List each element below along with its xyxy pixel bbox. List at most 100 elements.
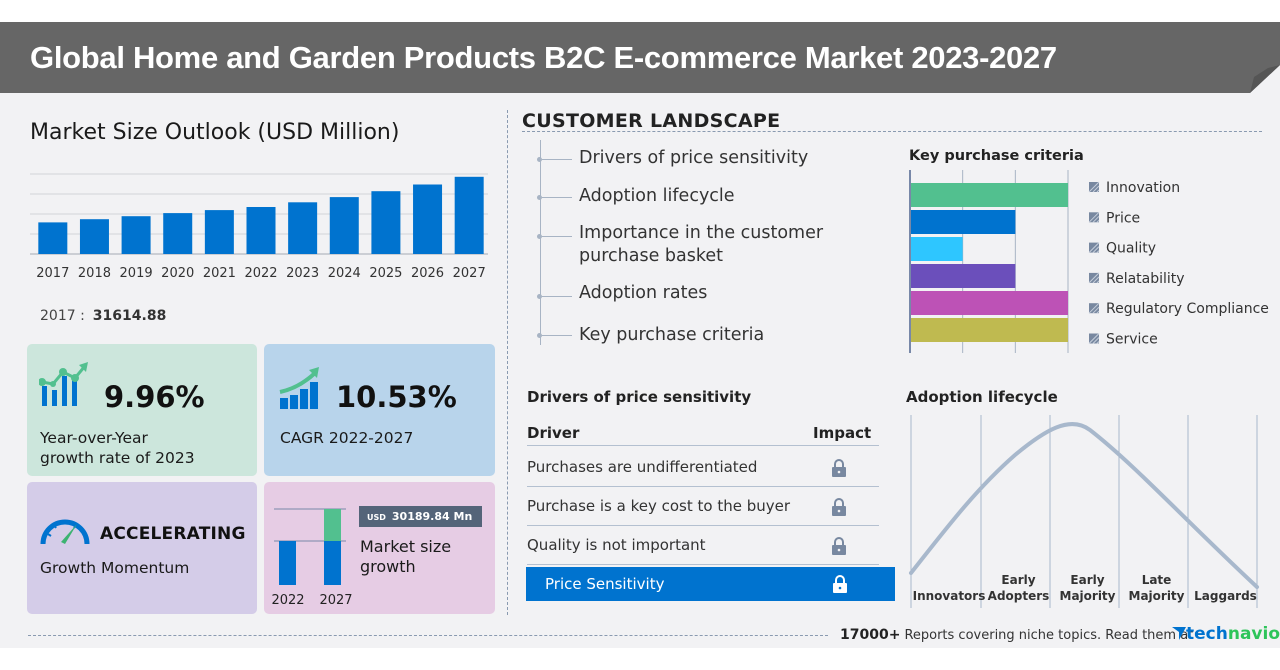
legend-label: Regulatory Compliance xyxy=(1106,301,1269,317)
speedometer-icon xyxy=(40,519,90,545)
kpc-bar-relatability xyxy=(911,264,1016,288)
lock-icon xyxy=(832,459,846,477)
driver-label: Purchases are undifferentiated xyxy=(527,458,758,476)
kpc-title: Key purchase criteria xyxy=(909,148,1084,164)
market-growth-card: 2022 2027 USD 30189.84 Mn Market size grow… xyxy=(264,482,495,614)
base-year-number: 31614.88 xyxy=(92,308,167,324)
bar-2022 xyxy=(279,541,296,585)
lock-icon xyxy=(833,575,847,593)
bell-curve-line xyxy=(909,422,1259,589)
footer-message: Reports covering niche topics. Read them… xyxy=(904,628,1194,643)
landscape-item-label: Drivers of price sensitivity xyxy=(579,148,809,168)
stage-label-line1: Early xyxy=(1070,573,1104,587)
footer-text: 17000+ Reports covering niche topics. Rea… xyxy=(840,627,1193,643)
tree-branch xyxy=(542,335,572,336)
legend-label: Quality xyxy=(1106,241,1156,257)
growth-label: Market size growth xyxy=(360,537,451,577)
tree-branch xyxy=(542,159,572,160)
adoption-title: Adoption lifecycle xyxy=(906,388,1058,406)
stage-label: Majority xyxy=(1129,589,1185,603)
kpc-bar-quality xyxy=(911,237,963,261)
driver-row: Quality is not important xyxy=(527,526,879,565)
kpc-bar-service xyxy=(911,318,1068,342)
landscape-item-label-line2: purchase basket xyxy=(579,246,723,266)
stage-label: Laggards xyxy=(1194,589,1257,603)
market-outlook-title: Market Size Outlook (USD Million) xyxy=(30,120,400,145)
bar-2020 xyxy=(163,213,193,254)
driver-row: Purchases are undifferentiated xyxy=(527,448,879,487)
growth-amount-badge: USD 30189.84 Mn xyxy=(359,506,482,527)
yoy-growth-label: Year-over-Year growth rate of 2023 xyxy=(40,428,195,468)
stage-label: Innovators xyxy=(913,589,986,603)
driver-row: Purchase is a key cost to the buyer xyxy=(527,487,879,526)
stage-label: Majority xyxy=(1060,589,1116,603)
landscape-item-label: Adoption rates xyxy=(579,283,708,303)
yoy-growth-value: 9.96% xyxy=(104,380,205,414)
kpc-bar-regulatory-compliance xyxy=(911,291,1068,315)
vertical-divider xyxy=(507,110,508,615)
landscape-item-label: Importance in the customer xyxy=(579,223,824,243)
stage-label-line1: Late xyxy=(1142,573,1172,587)
bar-2026 xyxy=(413,184,443,254)
growth-momentum-card: ACCELERATING Growth Momentum xyxy=(27,482,257,614)
landscape-item-label: Adoption lifecycle xyxy=(579,186,735,206)
landscape-item-label: Key purchase criteria xyxy=(579,325,765,345)
growth-chart-icon xyxy=(39,362,88,406)
year-end-label: 2027 xyxy=(319,593,352,608)
x-tick-label: 2019 xyxy=(120,266,153,281)
bar-2017 xyxy=(38,222,68,254)
yoy-label-line1: Year-over-Year xyxy=(40,429,148,447)
key-purchase-criteria-chart: Innovation Price Quality Relatability Regula… xyxy=(909,170,1269,353)
cagr-value: 10.53% xyxy=(336,380,457,414)
tree-branch xyxy=(542,197,572,198)
bar-2023 xyxy=(288,202,318,254)
customer-landscape-title: CUSTOMER LANDSCAPE xyxy=(522,110,781,132)
growth-label-line2: growth xyxy=(360,557,416,576)
x-tick-label: 2023 xyxy=(286,266,319,281)
rising-bars-icon xyxy=(279,367,319,409)
tree-branch xyxy=(542,236,572,237)
bar-2027 xyxy=(454,176,484,254)
report-count: 17000+ xyxy=(840,627,901,643)
market-growth-mini-chart: 2022 2027 xyxy=(271,508,353,608)
drivers-table-header: Driver Impact xyxy=(527,424,879,446)
x-tick-label: 2025 xyxy=(369,266,402,281)
x-tick-label: 2020 xyxy=(161,266,194,281)
tree-connector xyxy=(540,140,541,345)
growth-currency: USD xyxy=(367,513,386,522)
brand-name-part2: navio xyxy=(1227,624,1280,644)
bar-2025 xyxy=(371,191,401,254)
growth-amount: 30189.84 Mn xyxy=(391,510,473,523)
bar-2024 xyxy=(329,197,359,254)
cagr-card: 10.53% CAGR 2022-2027 xyxy=(264,344,495,476)
market-size-bar-chart: 2017 2018 2019 2020 2021 2022 2023 2024 2025 2026… xyxy=(30,173,488,281)
legend-label: Service xyxy=(1106,332,1158,348)
driver-label: Quality is not important xyxy=(527,536,706,554)
adoption-lifecycle-chart: Innovators Early Adopters Early Majority Late… xyxy=(909,415,1259,608)
technavio-logo[interactable]: technavio xyxy=(1172,624,1280,644)
lock-icon xyxy=(832,498,846,516)
page-title: Global Home and Garden Products B2C E-co… xyxy=(30,40,1057,75)
driver-column-header: Driver xyxy=(527,424,580,442)
momentum-value: ACCELERATING xyxy=(100,524,246,544)
x-tick-label: 2021 xyxy=(203,266,236,281)
yoy-growth-card: 9.96% Year-over-Year growth rate of 2023 xyxy=(27,344,257,476)
x-tick-label: 2027 xyxy=(453,266,486,281)
drivers-title: Drivers of price sensitivity xyxy=(527,388,752,406)
legend-label: Price xyxy=(1106,210,1140,226)
bar-2022 xyxy=(246,207,276,254)
kpc-bar-innovation xyxy=(911,183,1068,207)
kpc-bar-price xyxy=(911,210,1016,234)
bar-2027-increment xyxy=(324,509,341,541)
x-tick-label: 2018 xyxy=(78,266,111,281)
tree-branch xyxy=(542,296,572,297)
driver-label: Purchase is a key cost to the buyer xyxy=(527,497,791,515)
brand-arrow-icon xyxy=(1172,627,1186,640)
x-tick-label: 2024 xyxy=(328,266,361,281)
stage-label-line1: Early xyxy=(1001,573,1035,587)
bar-2019 xyxy=(121,216,151,254)
base-year-value: 2017 : 31614.88 xyxy=(40,308,166,324)
bar-2021 xyxy=(204,210,234,254)
lock-icon xyxy=(832,537,846,555)
x-tick-label: 2026 xyxy=(411,266,444,281)
